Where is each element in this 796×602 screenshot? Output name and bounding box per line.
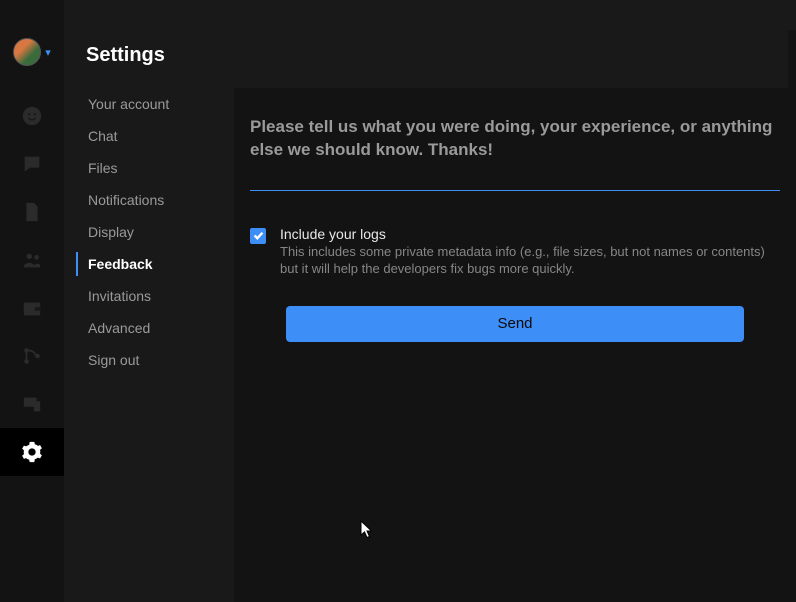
include-logs-row: Include your logs This includes some pri… [250,226,780,278]
include-logs-label: Include your logs [280,226,770,242]
content-area: Settings Your account Chat Files Notific… [64,0,796,602]
include-logs-desc: This includes some private metadata info… [280,243,770,278]
subnav-label: Feedback [88,256,153,272]
gear-icon [21,441,43,463]
rail-files[interactable] [0,188,64,236]
rail-wallet[interactable] [0,284,64,332]
rail-devices[interactable] [0,380,64,428]
git-icon [21,345,43,367]
avatar [13,38,41,66]
scrollbar[interactable] [788,30,796,602]
devices-icon [21,393,43,415]
settings-subnav: Your account Chat Files Notifications Di… [76,88,234,602]
account-switcher[interactable]: ▾ [13,38,51,66]
chevron-down-icon: ▾ [45,46,51,59]
include-logs-text: Include your logs This includes some pri… [280,226,770,278]
subnav-advanced[interactable]: Advanced [76,312,234,344]
subnav-label: Notifications [88,192,164,208]
subnav-your-account[interactable]: Your account [76,88,234,120]
subnav-label: Display [88,224,134,240]
subnav-label: Sign out [88,352,139,368]
subnav-chat[interactable]: Chat [76,120,234,152]
include-logs-checkbox[interactable] [250,228,266,244]
rail-chat[interactable] [0,140,64,188]
subnav-invitations[interactable]: Invitations [76,280,234,312]
rail-team[interactable] [0,236,64,284]
wallet-icon [21,297,43,319]
chat-icon [21,153,43,175]
page-title: Settings [86,44,165,67]
subnav-label: Files [88,160,118,176]
rail-people[interactable] [0,92,64,140]
left-rail: ▾ [0,0,64,602]
files-icon [21,201,43,223]
people-icon [21,105,43,127]
rail-git[interactable] [0,332,64,380]
subnav-label: Your account [88,96,169,112]
subnav-notifications[interactable]: Notifications [76,184,234,216]
subnav-label: Invitations [88,288,151,304]
check-icon [253,230,264,241]
subnav-label: Chat [88,128,118,144]
subnav-label: Advanced [88,320,150,336]
team-icon [21,249,43,271]
send-button[interactable]: Send [286,306,744,342]
subnav-feedback[interactable]: Feedback [76,248,234,280]
feedback-input[interactable] [250,108,780,191]
feedback-panel: Include your logs This includes some pri… [234,88,796,602]
subnav-display[interactable]: Display [76,216,234,248]
rail-settings[interactable] [0,428,64,476]
subnav-sign-out[interactable]: Sign out [76,344,234,376]
subnav-files[interactable]: Files [76,152,234,184]
